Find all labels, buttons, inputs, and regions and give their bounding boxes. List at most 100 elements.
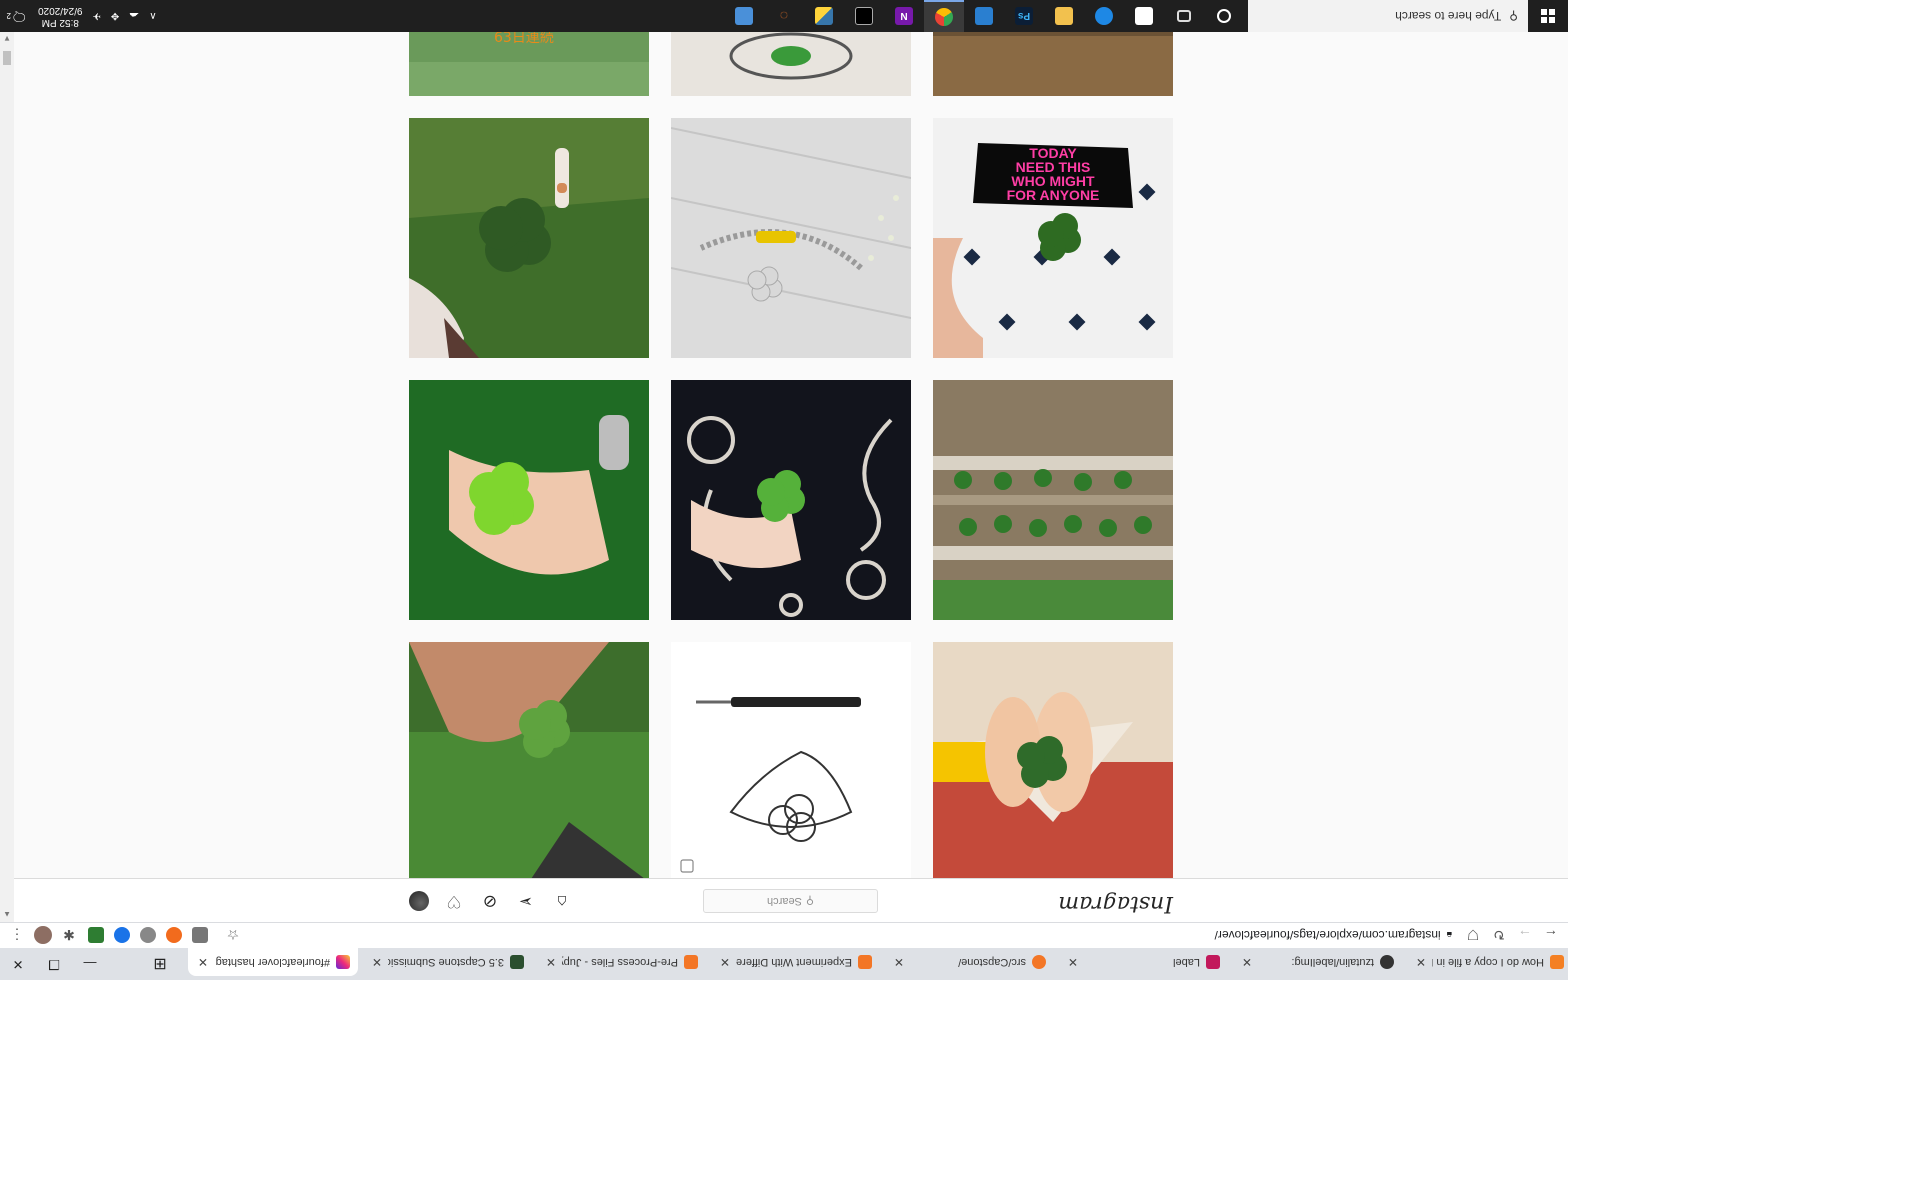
stackoverflow-icon: [1550, 955, 1564, 969]
tab-search-icon[interactable]: ⊞: [142, 948, 178, 980]
onedrive-icon[interactable]: ☁: [129, 11, 139, 22]
close-window-button[interactable]: ✕: [0, 948, 36, 980]
close-tab-icon[interactable]: ✕: [892, 955, 904, 969]
windows-start-icon[interactable]: [1528, 0, 1568, 32]
post-tile[interactable]: [409, 642, 649, 878]
terminal-icon[interactable]: [844, 0, 884, 32]
lock-icon: 🔒︎: [1446, 929, 1452, 941]
python-icon[interactable]: [804, 0, 844, 32]
post-tile[interactable]: [933, 380, 1173, 620]
system-tray: ∧ ☁ ✥ ✈ 8:52 PM 9/24/2020 🗨︎ 2: [0, 0, 157, 32]
direct-icon[interactable]: ➢: [515, 890, 537, 912]
instagram-header: Instagram ⚲ Search ⌂ ➢ ⊘ ♡: [14, 878, 1568, 922]
extension-icon[interactable]: [114, 927, 130, 943]
close-tab-icon[interactable]: ✕: [1066, 955, 1078, 969]
extension-icon[interactable]: [192, 927, 208, 943]
heart-icon[interactable]: ♡: [443, 890, 465, 912]
overlay-line-1: FOR ANYONE: [1007, 187, 1100, 203]
tab-instagram[interactable]: #fourleafclover hashtag on ✕: [188, 948, 358, 976]
menu-dots-icon[interactable]: ⋮: [6, 925, 28, 945]
notifications-icon[interactable]: 🗨︎ 2: [6, 6, 28, 26]
jupyter-icon: [1032, 955, 1046, 969]
post-tile[interactable]: 63日連続: [409, 32, 649, 96]
bookmark-shield-icon[interactable]: ⛉: [1462, 925, 1484, 945]
home-icon[interactable]: ⌂: [551, 890, 573, 912]
close-tab-icon[interactable]: ✕: [370, 955, 382, 969]
task-view-icon[interactable]: [1164, 0, 1204, 32]
post-tile[interactable]: [671, 642, 911, 878]
calculator-icon[interactable]: [724, 0, 764, 32]
taskbar-pinned-apps: Ps N ◌: [724, 0, 1244, 32]
back-arrow-icon[interactable]: ←: [1540, 925, 1562, 945]
explore-icon[interactable]: ⊘: [479, 890, 501, 912]
vertical-scrollbar[interactable]: ▲ ▼: [0, 32, 14, 922]
tab-labelimg[interactable]: tzutalin/labelImg: ✕: [1232, 948, 1402, 976]
tab-preprocess-files[interactable]: Pre-Process Files - Jupyter ✕: [536, 948, 706, 976]
browser-tab-strip: ✕ ❐ — ⊞ #fourleafclover hashtag on ✕ 3.5…: [0, 948, 1568, 980]
close-tab-icon[interactable]: ✕: [544, 955, 556, 969]
label-icon: [1206, 955, 1220, 969]
tab-copy-file[interactable]: How do I copy a file in Pyt ✕: [1406, 948, 1568, 976]
close-tab-icon[interactable]: ✕: [1414, 955, 1426, 969]
close-tab-icon[interactable]: ✕: [1240, 955, 1252, 969]
puzzle-icon[interactable]: ✱: [58, 925, 80, 945]
forward-arrow-icon[interactable]: →: [1514, 925, 1536, 945]
chrome-icon[interactable]: [924, 0, 964, 32]
jupyter-icon: [684, 955, 698, 969]
wifi-icon[interactable]: ✈: [93, 11, 101, 22]
search-icon: ⚲: [805, 894, 814, 907]
photos-icon[interactable]: [964, 0, 1004, 32]
restore-window-button[interactable]: ❐: [36, 948, 72, 980]
post-caption: 63日連続: [494, 32, 554, 46]
profile-avatar[interactable]: [409, 891, 429, 911]
scrollbar-thumb[interactable]: [3, 51, 11, 65]
scroll-down-arrow-icon[interactable]: ▼: [0, 32, 14, 46]
jupyter-icon[interactable]: ◌: [764, 0, 804, 32]
folder-icon[interactable]: [1044, 0, 1084, 32]
search-input[interactable]: ⚲ Search: [703, 889, 878, 913]
post-tile[interactable]: [671, 380, 911, 620]
close-tab-icon[interactable]: ✕: [718, 955, 730, 969]
tab-label[interactable]: Label ✕: [1058, 948, 1228, 976]
post-tile[interactable]: [671, 32, 911, 96]
post-tile[interactable]: [933, 642, 1173, 878]
cortana-icon[interactable]: [1204, 0, 1244, 32]
minimize-window-button[interactable]: —: [72, 948, 108, 980]
explore-feed: TODAY NEED THIS WHO MIGHT FOR ANYONE 63日…: [14, 32, 1568, 878]
star-icon[interactable]: ☆: [222, 925, 244, 945]
windows-taskbar: ⚲ Type here to search Ps N ◌ ∧ ☁ ✥ ✈ 8:5…: [0, 0, 1568, 32]
url-text: instagram.com/explore/tags/fourleafclove…: [1214, 928, 1441, 942]
tab-experiment[interactable]: Experiment With Different ✕: [710, 948, 880, 976]
reload-icon[interactable]: ↻: [1488, 925, 1510, 945]
clock[interactable]: 8:52 PM 9/24/2020: [38, 4, 83, 28]
extension-icon[interactable]: [166, 927, 182, 943]
tab-capstone-submission[interactable]: 3.5 Capstone Submission - ✕: [362, 948, 532, 976]
browser-toolbar: ← → ↻ ⛉ 🔒︎ instagram.com/explore/tags/fo…: [0, 922, 1568, 948]
search-icon: ⚲: [1509, 9, 1518, 23]
close-tab-icon[interactable]: ✕: [196, 955, 208, 969]
dropbox-icon[interactable]: ✥: [111, 11, 119, 22]
photoshop-icon[interactable]: Ps: [1004, 0, 1044, 32]
address-bar[interactable]: 🔒︎ instagram.com/explore/tags/fourleafcl…: [258, 924, 1458, 946]
extension-icon[interactable]: [88, 927, 104, 943]
edge-icon[interactable]: [1084, 0, 1124, 32]
extension-icon[interactable]: [140, 927, 156, 943]
tab-src-capstone[interactable]: src/Capstone/ ✕: [884, 948, 1054, 976]
profile-avatar[interactable]: [34, 926, 52, 944]
file-explorer-icon[interactable]: [1124, 0, 1164, 32]
scroll-up-arrow-icon[interactable]: ▲: [0, 908, 14, 922]
post-tile[interactable]: [933, 32, 1173, 96]
post-tile[interactable]: TODAY NEED THIS WHO MIGHT FOR ANYONE: [933, 118, 1173, 358]
instagram-logo[interactable]: Instagram: [1058, 891, 1173, 916]
post-tile[interactable]: [409, 118, 649, 358]
taskbar-search-input[interactable]: ⚲ Type here to search: [1248, 0, 1528, 32]
post-tile[interactable]: [671, 118, 911, 358]
chevron-up-icon[interactable]: ∧: [149, 11, 156, 22]
onenote-icon[interactable]: N: [884, 0, 924, 32]
github-icon: [1380, 955, 1394, 969]
jupyter-icon: [858, 955, 872, 969]
instagram-icon: [336, 955, 350, 969]
screen: ✕ ❐ — ⊞ #fourleafclover hashtag on ✕ 3.5…: [0, 0, 1568, 980]
post-tile[interactable]: [409, 380, 649, 620]
jupyter-icon: [510, 955, 524, 969]
